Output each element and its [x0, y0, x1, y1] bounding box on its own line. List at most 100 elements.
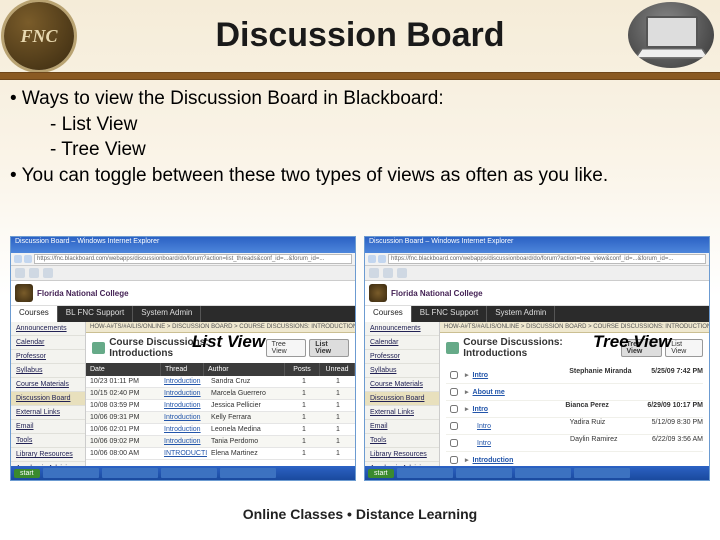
sidebar-item[interactable]: Course Materials — [365, 378, 439, 392]
task-button[interactable] — [515, 468, 571, 478]
start-button[interactable]: start — [368, 469, 394, 478]
table-row[interactable]: 10/23 01:11 PMIntroductionSandra Cruz11 — [86, 376, 355, 388]
col-unread[interactable]: Unread — [320, 363, 355, 376]
address-bar[interactable]: https://fnc.blackboard.com/webapps/discu… — [11, 253, 355, 266]
sidebar-item[interactable]: Syllabus — [365, 364, 439, 378]
nav-tab[interactable]: Courses — [365, 306, 412, 322]
col-author[interactable]: Author — [204, 363, 285, 376]
expand-icon[interactable]: ▸ — [465, 371, 469, 379]
back-icon[interactable] — [14, 255, 22, 263]
sidebar-item[interactable]: Library Resources — [11, 448, 85, 462]
row-checkbox[interactable] — [450, 439, 458, 447]
bullet-toggle: • You can toggle between these two types… — [10, 163, 710, 189]
sidebar-item[interactable]: Professor — [365, 350, 439, 364]
college-name: Florida National College — [391, 289, 483, 298]
title-divider — [0, 72, 720, 80]
address-bar[interactable]: https://fnc.blackboard.com/webapps/discu… — [365, 253, 709, 266]
nav-tab[interactable]: BL FNC Support — [58, 306, 133, 322]
task-button[interactable] — [220, 468, 276, 478]
favorites-icon[interactable] — [15, 268, 25, 278]
nav-tab[interactable]: System Admin — [133, 306, 201, 322]
back-icon[interactable] — [368, 255, 376, 263]
start-button[interactable]: start — [14, 469, 40, 478]
tree-row[interactable]: ▸About me — [446, 384, 703, 401]
table-row[interactable]: 10/06 09:02 PMIntroductionTania Perdomo1… — [86, 436, 355, 448]
task-button[interactable] — [397, 468, 453, 478]
table-row[interactable]: 10/06 08:00 AMINTRODUCTIONElena Martinez… — [86, 448, 355, 460]
tree-row[interactable]: IntroDaylin Ramirez6/22/09 3:56 AM — [446, 435, 703, 452]
sidebar-item[interactable]: Tools — [365, 434, 439, 448]
task-button[interactable] — [456, 468, 512, 478]
print-icon[interactable] — [43, 268, 53, 278]
col-thread[interactable]: Thread — [161, 363, 204, 376]
window-title: Discussion Board – Windows Internet Expl… — [365, 237, 709, 253]
list-view-button[interactable]: List View — [309, 339, 349, 357]
sidebar-item[interactable]: Calendar — [11, 336, 85, 350]
favorites-icon[interactable] — [369, 268, 379, 278]
tree-view-button[interactable]: Tree View — [266, 339, 307, 357]
sidebar-item[interactable]: Course Materials — [11, 378, 85, 392]
row-checkbox[interactable] — [450, 422, 458, 430]
sidebar-item[interactable]: Discussion Board — [11, 392, 85, 406]
url-field[interactable]: https://fnc.blackboard.com/webapps/discu… — [34, 254, 352, 264]
sidebar-item[interactable]: Professor — [11, 350, 85, 364]
sidebar-item[interactable]: Calendar — [365, 336, 439, 350]
screenshot-list-view: Discussion Board – Windows Internet Expl… — [10, 236, 356, 481]
nav-tab[interactable]: System Admin — [487, 306, 555, 322]
home-icon[interactable] — [29, 268, 39, 278]
table-row[interactable]: 10/08 03:59 PMIntroductionJessica Pellic… — [86, 400, 355, 412]
table-row[interactable]: 10/06 02:01 PMIntroductionLeonela Medina… — [86, 424, 355, 436]
task-button[interactable] — [43, 468, 99, 478]
row-checkbox[interactable] — [450, 456, 458, 464]
taskbar: start — [365, 466, 709, 480]
sidebar-item[interactable]: Library Resources — [365, 448, 439, 462]
url-field[interactable]: https://fnc.blackboard.com/webapps/discu… — [388, 254, 706, 264]
nav-tabs: CoursesBL FNC SupportSystem Admin — [365, 306, 709, 322]
expand-icon[interactable]: ▸ — [465, 405, 469, 413]
row-checkbox[interactable] — [450, 371, 458, 379]
col-date[interactable]: Date — [86, 363, 161, 376]
threads-tree: ▸IntroStephanie Miranda5/25/09 7:42 PM▸A… — [440, 363, 709, 466]
expand-icon[interactable]: ▸ — [465, 456, 469, 464]
row-checkbox[interactable] — [450, 405, 458, 413]
tree-row[interactable]: ▸IntroStephanie Miranda5/25/09 7:42 PM — [446, 367, 703, 384]
task-button[interactable] — [574, 468, 630, 478]
screenshot-pair: Discussion Board – Windows Internet Expl… — [10, 236, 710, 481]
home-icon[interactable] — [383, 268, 393, 278]
screenshot-tree-view: Discussion Board – Windows Internet Expl… — [364, 236, 710, 481]
col-posts[interactable]: Posts — [285, 363, 320, 376]
sidebar-item[interactable]: External Links — [365, 406, 439, 420]
row-checkbox[interactable] — [450, 388, 458, 396]
print-icon[interactable] — [397, 268, 407, 278]
sidebar-item[interactable]: Discussion Board — [365, 392, 439, 406]
sidebar-item[interactable]: Email — [11, 420, 85, 434]
sidebar-item[interactable]: Email — [365, 420, 439, 434]
task-button[interactable] — [161, 468, 217, 478]
sidebar-item[interactable]: Syllabus — [11, 364, 85, 378]
sidebar-item[interactable]: Announcements — [11, 322, 85, 336]
tree-row[interactable]: IntroYadira Ruiz5/12/09 8:30 PM — [446, 418, 703, 435]
subbullet-tree: - Tree View — [10, 137, 710, 163]
table-row[interactable]: 10/06 09:31 PMIntroductionKelly Ferrara1… — [86, 412, 355, 424]
sidebar-item[interactable]: Tools — [11, 434, 85, 448]
task-button[interactable] — [102, 468, 158, 478]
nav-tab[interactable]: BL FNC Support — [412, 306, 487, 322]
forward-icon[interactable] — [378, 255, 386, 263]
nav-tab[interactable]: Courses — [11, 306, 58, 322]
tree-row[interactable]: ▸Introduction — [446, 452, 703, 466]
caption-list-view: List View — [192, 332, 265, 352]
forum-icon — [92, 342, 105, 354]
college-name: Florida National College — [37, 289, 129, 298]
expand-icon[interactable]: ▸ — [465, 388, 469, 396]
laptop-icon — [628, 2, 714, 68]
table-row[interactable]: 10/15 02:40 PMIntroductionMarcela Guerre… — [86, 388, 355, 400]
tree-row[interactable]: ▸IntroBianca Perez6/29/09 10:17 PM — [446, 401, 703, 418]
window-title: Discussion Board – Windows Internet Expl… — [11, 237, 355, 253]
taskbar: start — [11, 466, 355, 480]
threads-table: Date Thread Author Posts Unread 10/23 01… — [86, 363, 355, 466]
sidebar-item[interactable]: External Links — [11, 406, 85, 420]
college-logo-small — [369, 284, 387, 302]
sidebar-item[interactable]: Announcements — [365, 322, 439, 336]
forward-icon[interactable] — [24, 255, 32, 263]
college-logo-small — [15, 284, 33, 302]
